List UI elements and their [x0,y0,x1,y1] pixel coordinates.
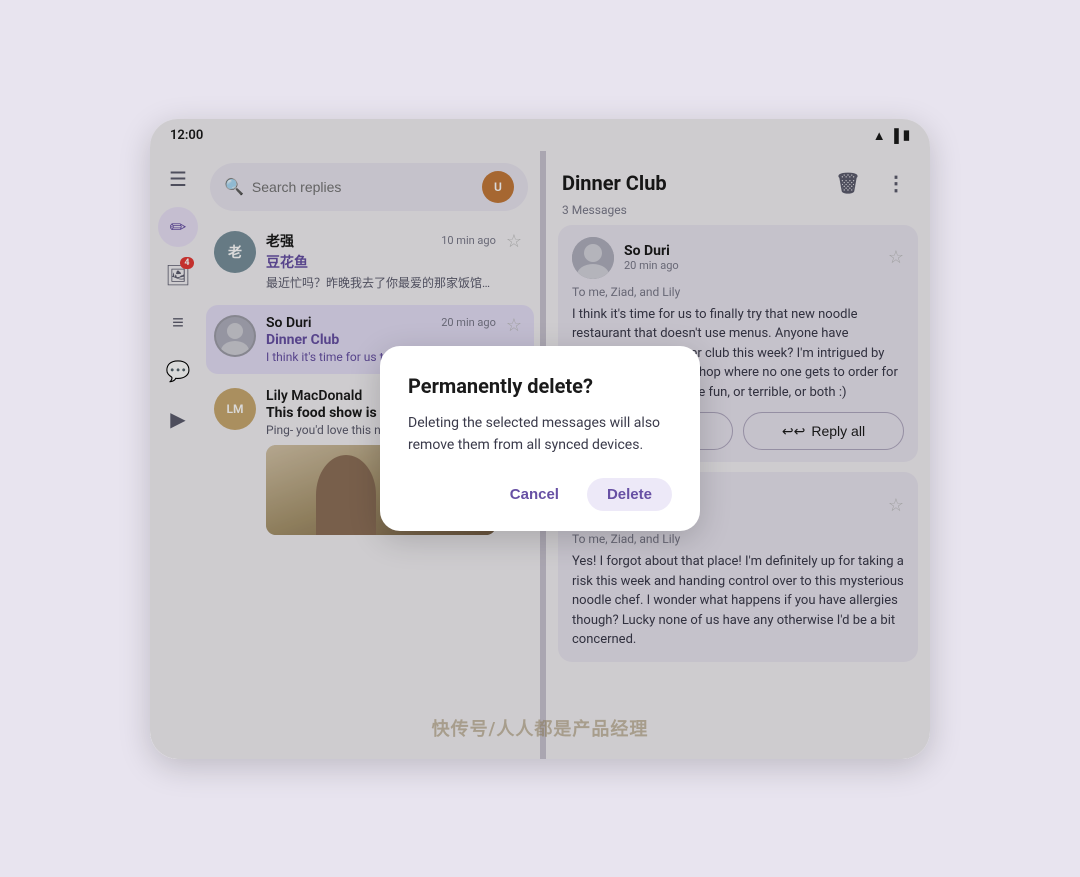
dialog-delete-button[interactable]: Delete [587,478,672,511]
device-frame: 12:00 ▲ ▐ ▮ ☰ ✏ 🖼 4 ≡ [150,119,930,759]
dialog-title: Permanently delete? [408,374,672,398]
dialog-body: Deleting the selected messages will also… [408,412,672,457]
dialog-box: Permanently delete? Deleting the selecte… [380,346,700,532]
dialog-actions: Cancel Delete [408,478,672,511]
dialog-cancel-button[interactable]: Cancel [498,478,571,511]
dialog-overlay: Permanently delete? Deleting the selecte… [150,119,930,759]
